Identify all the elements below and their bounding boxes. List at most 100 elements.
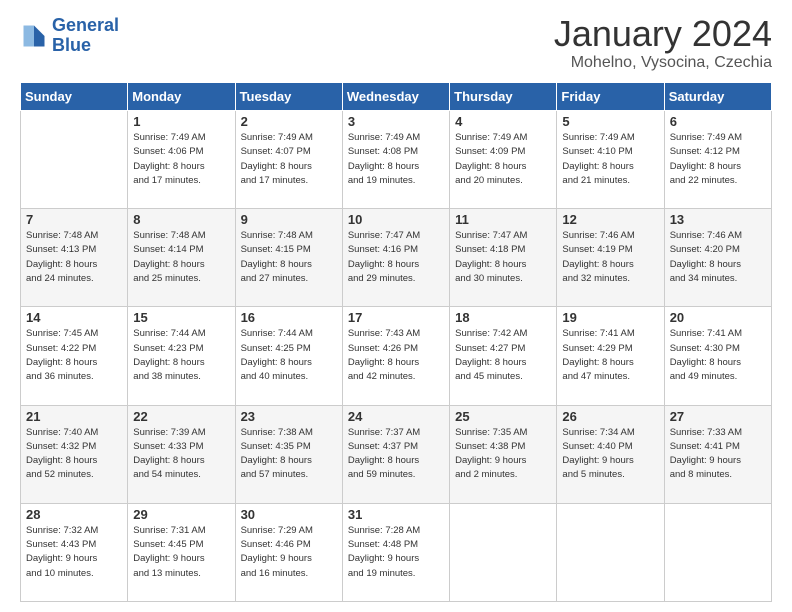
day-info: Sunrise: 7:49 AMSunset: 4:12 PMDaylight:… [670, 131, 766, 188]
day-info: Sunrise: 7:35 AMSunset: 4:38 PMDaylight:… [455, 426, 551, 483]
day-number: 20 [670, 310, 766, 325]
day-info: Sunrise: 7:47 AMSunset: 4:18 PMDaylight:… [455, 229, 551, 286]
day-info: Sunrise: 7:37 AMSunset: 4:37 PMDaylight:… [348, 426, 444, 483]
calendar-week-2: 7 Sunrise: 7:48 AMSunset: 4:13 PMDaylight… [21, 209, 772, 307]
table-row: 13 Sunrise: 7:46 AMSunset: 4:20 PMDayligh… [664, 209, 771, 307]
day-number: 26 [562, 409, 658, 424]
day-info: Sunrise: 7:39 AMSunset: 4:33 PMDaylight:… [133, 426, 229, 483]
day-info: Sunrise: 7:31 AMSunset: 4:45 PMDaylight:… [133, 524, 229, 581]
page: General Blue January 2024 Mohelno, Vysoc… [0, 0, 792, 612]
table-row: 19 Sunrise: 7:41 AMSunset: 4:29 PMDayligh… [557, 307, 664, 405]
day-number: 21 [26, 409, 122, 424]
logo-line2: Blue [52, 35, 91, 55]
day-number: 17 [348, 310, 444, 325]
table-row: 12 Sunrise: 7:46 AMSunset: 4:19 PMDayligh… [557, 209, 664, 307]
day-info: Sunrise: 7:33 AMSunset: 4:41 PMDaylight:… [670, 426, 766, 483]
day-number: 7 [26, 212, 122, 227]
day-number: 2 [241, 114, 337, 129]
calendar-week-3: 14Sunrise: 7:45 AMSunset: 4:22 PMDayligh… [21, 307, 772, 405]
table-row [664, 503, 771, 601]
table-row: 8 Sunrise: 7:48 AMSunset: 4:14 PMDaylight… [128, 209, 235, 307]
calendar-table: Sunday Monday Tuesday Wednesday Thursday… [20, 82, 772, 602]
logo-text: General Blue [52, 16, 119, 56]
table-row: 29 Sunrise: 7:31 AMSunset: 4:45 PMDayligh… [128, 503, 235, 601]
day-number: 29 [133, 507, 229, 522]
day-number: 12 [562, 212, 658, 227]
day-number: 11 [455, 212, 551, 227]
day-info: Sunrise: 7:49 AMSunset: 4:09 PMDaylight:… [455, 131, 551, 188]
table-row: 22 Sunrise: 7:39 AMSunset: 4:33 PMDayligh… [128, 405, 235, 503]
table-row: 24 Sunrise: 7:37 AMSunset: 4:37 PMDayligh… [342, 405, 449, 503]
day-number: 22 [133, 409, 229, 424]
day-info: Sunrise: 7:41 AMSunset: 4:29 PMDaylight:… [562, 327, 658, 384]
table-row: 10Sunrise: 7:47 AMSunset: 4:16 PMDayligh… [342, 209, 449, 307]
month-title: January 2024 [554, 16, 772, 52]
location: Mohelno, Vysocina, Czechia [554, 54, 772, 72]
day-info: Sunrise: 7:48 AMSunset: 4:14 PMDaylight:… [133, 229, 229, 286]
header-sunday: Sunday [21, 83, 128, 111]
day-number: 3 [348, 114, 444, 129]
day-info: Sunrise: 7:49 AMSunset: 4:10 PMDaylight:… [562, 131, 658, 188]
table-row: 21Sunrise: 7:40 AMSunset: 4:32 PMDayligh… [21, 405, 128, 503]
table-row: 6Sunrise: 7:49 AMSunset: 4:12 PMDaylight… [664, 111, 771, 209]
table-row: 3 Sunrise: 7:49 AMSunset: 4:08 PMDaylight… [342, 111, 449, 209]
table-row: 11 Sunrise: 7:47 AMSunset: 4:18 PMDayligh… [450, 209, 557, 307]
day-info: Sunrise: 7:49 AMSunset: 4:07 PMDaylight:… [241, 131, 337, 188]
logo: General Blue [20, 16, 119, 56]
header-friday: Friday [557, 83, 664, 111]
day-info: Sunrise: 7:48 AMSunset: 4:15 PMDaylight:… [241, 229, 337, 286]
day-info: Sunrise: 7:46 AMSunset: 4:20 PMDaylight:… [670, 229, 766, 286]
day-info: Sunrise: 7:49 AMSunset: 4:08 PMDaylight:… [348, 131, 444, 188]
day-info: Sunrise: 7:32 AMSunset: 4:43 PMDaylight:… [26, 524, 122, 581]
day-number: 18 [455, 310, 551, 325]
day-number: 8 [133, 212, 229, 227]
day-info: Sunrise: 7:48 AMSunset: 4:13 PMDaylight:… [26, 229, 122, 286]
table-row: 15Sunrise: 7:44 AMSunset: 4:23 PMDayligh… [128, 307, 235, 405]
day-number: 31 [348, 507, 444, 522]
header-thursday: Thursday [450, 83, 557, 111]
day-info: Sunrise: 7:44 AMSunset: 4:25 PMDaylight:… [241, 327, 337, 384]
table-row: 17Sunrise: 7:43 AMSunset: 4:26 PMDayligh… [342, 307, 449, 405]
calendar-header-row: Sunday Monday Tuesday Wednesday Thursday… [21, 83, 772, 111]
table-row: 5Sunrise: 7:49 AMSunset: 4:10 PMDaylight… [557, 111, 664, 209]
table-row: 23 Sunrise: 7:38 AMSunset: 4:35 PMDayligh… [235, 405, 342, 503]
calendar-week-1: 1Sunrise: 7:49 AMSunset: 4:06 PMDaylight… [21, 111, 772, 209]
day-number: 13 [670, 212, 766, 227]
calendar-week-4: 21Sunrise: 7:40 AMSunset: 4:32 PMDayligh… [21, 405, 772, 503]
table-row: 18 Sunrise: 7:42 AMSunset: 4:27 PMDayligh… [450, 307, 557, 405]
title-section: January 2024 Mohelno, Vysocina, Czechia [554, 16, 772, 72]
table-row: 30 Sunrise: 7:29 AMSunset: 4:46 PMDayligh… [235, 503, 342, 601]
day-number: 1 [133, 114, 229, 129]
day-number: 19 [562, 310, 658, 325]
day-info: Sunrise: 7:38 AMSunset: 4:35 PMDaylight:… [241, 426, 337, 483]
header-wednesday: Wednesday [342, 83, 449, 111]
day-info: Sunrise: 7:29 AMSunset: 4:46 PMDaylight:… [241, 524, 337, 581]
day-number: 15 [133, 310, 229, 325]
table-row: 20 Sunrise: 7:41 AMSunset: 4:30 PMDayligh… [664, 307, 771, 405]
day-info: Sunrise: 7:45 AMSunset: 4:22 PMDaylight:… [26, 327, 122, 384]
table-row: 26 Sunrise: 7:34 AMSunset: 4:40 PMDayligh… [557, 405, 664, 503]
day-number: 30 [241, 507, 337, 522]
table-row: 4Sunrise: 7:49 AMSunset: 4:09 PMDaylight… [450, 111, 557, 209]
table-row: 25 Sunrise: 7:35 AMSunset: 4:38 PMDayligh… [450, 405, 557, 503]
header-saturday: Saturday [664, 83, 771, 111]
table-row: 28Sunrise: 7:32 AMSunset: 4:43 PMDayligh… [21, 503, 128, 601]
day-info: Sunrise: 7:28 AMSunset: 4:48 PMDaylight:… [348, 524, 444, 581]
logo-icon [20, 22, 48, 50]
day-info: Sunrise: 7:46 AMSunset: 4:19 PMDaylight:… [562, 229, 658, 286]
header-monday: Monday [128, 83, 235, 111]
day-number: 24 [348, 409, 444, 424]
day-number: 16 [241, 310, 337, 325]
day-number: 10 [348, 212, 444, 227]
day-number: 23 [241, 409, 337, 424]
table-row: 14Sunrise: 7:45 AMSunset: 4:22 PMDayligh… [21, 307, 128, 405]
day-info: Sunrise: 7:42 AMSunset: 4:27 PMDaylight:… [455, 327, 551, 384]
calendar-week-5: 28Sunrise: 7:32 AMSunset: 4:43 PMDayligh… [21, 503, 772, 601]
day-info: Sunrise: 7:41 AMSunset: 4:30 PMDaylight:… [670, 327, 766, 384]
day-info: Sunrise: 7:34 AMSunset: 4:40 PMDaylight:… [562, 426, 658, 483]
table-row: 31 Sunrise: 7:28 AMSunset: 4:48 PMDayligh… [342, 503, 449, 601]
table-row: 9Sunrise: 7:48 AMSunset: 4:15 PMDaylight… [235, 209, 342, 307]
table-row: 2 Sunrise: 7:49 AMSunset: 4:07 PMDaylight… [235, 111, 342, 209]
day-number: 25 [455, 409, 551, 424]
logo-line1: General [52, 15, 119, 35]
